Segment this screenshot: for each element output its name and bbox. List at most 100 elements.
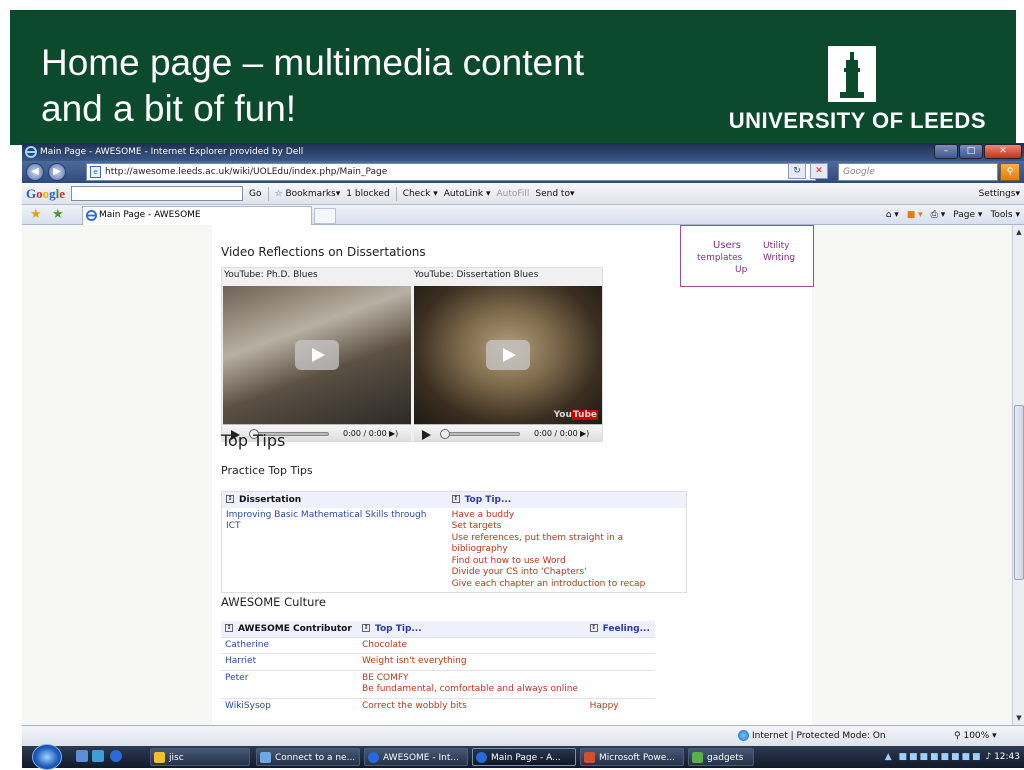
clock[interactable]: 12:43 bbox=[994, 752, 1020, 762]
scroll-up-icon[interactable]: ▲ bbox=[1014, 227, 1024, 237]
table-cell-link[interactable]: Improving Basic Mathematical Skills thro… bbox=[222, 508, 448, 593]
forward-button[interactable]: ▶ bbox=[48, 163, 66, 181]
system-tray: ▲ ■■■■■■■■ ♪ 12:43 bbox=[885, 746, 1020, 768]
play-overlay-icon[interactable] bbox=[486, 340, 530, 370]
volume-icon[interactable]: ▶) bbox=[580, 425, 589, 443]
video-dissertation-blues[interactable]: YouTube bbox=[414, 286, 602, 424]
network-icon bbox=[260, 752, 271, 763]
play-icon[interactable] bbox=[422, 430, 431, 440]
add-favorites-icon[interactable]: ★ bbox=[52, 207, 64, 222]
tip-link[interactable]: Correct the wobbly bits bbox=[358, 697, 586, 714]
vertical-scrollbar[interactable]: ▲ ▼ bbox=[1012, 225, 1024, 725]
play-overlay-icon[interactable] bbox=[295, 340, 339, 370]
search-input[interactable]: Google bbox=[838, 163, 998, 181]
search-icon[interactable]: ⚲ bbox=[1000, 163, 1020, 181]
refresh-icon[interactable]: ↻ bbox=[788, 163, 806, 179]
sendto-button[interactable]: Send to▾ bbox=[535, 183, 574, 205]
powerpoint-icon bbox=[584, 752, 595, 763]
taskbar-item-gadgets[interactable]: gadgets bbox=[688, 748, 754, 766]
tip-link[interactable]: Chocolate bbox=[358, 636, 586, 654]
video-caption: YouTube: Dissertation Blues bbox=[414, 270, 539, 280]
start-button[interactable] bbox=[32, 744, 62, 770]
portal-link-writing[interactable]: Writing bbox=[763, 253, 795, 264]
tip-link[interactable]: Find out how to use Word bbox=[452, 556, 682, 568]
youtube-logo-icon: YouTube bbox=[553, 410, 598, 420]
taskbar-item-main-page[interactable]: Main Page - A... bbox=[472, 748, 576, 766]
table-header-row: ↕ AWESOME Contributor ↕ Top Tip... ↕ Feelin… bbox=[221, 621, 655, 637]
switch-windows-icon[interactable] bbox=[92, 750, 104, 762]
zoom-icon: ⚲ bbox=[954, 731, 961, 741]
sort-icon[interactable]: ↕ bbox=[451, 495, 460, 504]
volume-icon[interactable]: ▶) bbox=[389, 425, 398, 443]
tip-link[interactable]: Have a buddy bbox=[452, 510, 682, 522]
table-header[interactable]: ↕ Feeling... bbox=[585, 621, 655, 637]
portal-link-templates[interactable]: templates bbox=[697, 253, 742, 264]
google-search-input[interactable] bbox=[71, 186, 244, 201]
spellcheck-button[interactable]: Check ▾ bbox=[403, 183, 438, 205]
print-icon[interactable]: ⎙ ▾ bbox=[931, 205, 946, 225]
seek-handle[interactable] bbox=[440, 429, 450, 439]
table-header[interactable]: ↕ Top Tip... bbox=[358, 621, 586, 637]
taskbar-item-connect[interactable]: Connect to a ne... bbox=[256, 748, 360, 766]
contributor-link[interactable]: Catherine bbox=[221, 636, 359, 654]
minimize-button[interactable]: – bbox=[934, 144, 958, 159]
tip-link[interactable]: Give each chapter an introduction to rec… bbox=[452, 579, 682, 591]
stop-icon[interactable]: ✕ bbox=[810, 163, 828, 179]
scroll-thumb[interactable] bbox=[1014, 405, 1024, 580]
favorites-star-icon[interactable]: ★ bbox=[30, 207, 42, 222]
seek-slider[interactable] bbox=[440, 429, 520, 439]
scroll-down-icon[interactable]: ▼ bbox=[1014, 713, 1024, 723]
contributor-link[interactable]: Harriet bbox=[221, 653, 359, 670]
maximize-button[interactable]: □ bbox=[959, 144, 983, 159]
video-phd-blues[interactable] bbox=[223, 286, 411, 424]
close-button[interactable]: ✕ bbox=[984, 144, 1022, 159]
url-input[interactable]: e http://awesome.leeds.ac.uk/wiki/UOLEdu… bbox=[86, 163, 816, 181]
autofill-button[interactable]: AutoFill bbox=[496, 183, 529, 205]
url-tools: ↻ ✕ bbox=[788, 163, 828, 179]
portal-link-utility[interactable]: Utility bbox=[763, 241, 789, 252]
tray-icons[interactable]: ▲ ■■■■■■■■ bbox=[885, 752, 983, 762]
contributor-link[interactable]: Peter bbox=[221, 669, 359, 698]
zoom-control[interactable]: ⚲ 100% ▾ bbox=[954, 726, 997, 746]
google-go-button[interactable]: Go bbox=[249, 183, 261, 205]
tip-link[interactable]: Weight isn't everything bbox=[358, 653, 586, 670]
volume-icon[interactable]: ♪ bbox=[985, 752, 991, 762]
popup-blocked-button[interactable]: 1 blocked bbox=[346, 183, 389, 205]
back-button[interactable]: ◀ bbox=[26, 163, 44, 181]
header-label: Top Tip... bbox=[375, 623, 422, 634]
new-tab-button[interactable] bbox=[314, 208, 336, 224]
page-menu[interactable]: Page ▾ bbox=[953, 205, 982, 225]
tip-link[interactable]: Divide your CS into 'Chapters' bbox=[452, 567, 682, 579]
table-header[interactable]: ↕ AWESOME Contributor bbox=[221, 621, 359, 637]
sort-icon[interactable]: ↕ bbox=[589, 624, 598, 633]
contributor-link[interactable]: WikiSysop bbox=[221, 697, 359, 714]
sort-icon[interactable]: ↕ bbox=[362, 624, 371, 633]
taskbar-item-powerpoint[interactable]: Microsoft Powe... bbox=[580, 748, 684, 766]
tip-link[interactable]: Be fundamental, comfortable and always o… bbox=[362, 684, 582, 696]
tip-link[interactable]: BE COMFY bbox=[362, 673, 582, 685]
window-controls: – □ ✕ bbox=[934, 144, 1022, 159]
taskbar-item-label: Microsoft Powe... bbox=[599, 753, 675, 763]
table-header[interactable]: ↕ Top Tip... bbox=[447, 491, 687, 508]
portal-link-up[interactable]: Up bbox=[735, 265, 747, 276]
show-desktop-icon[interactable] bbox=[76, 750, 88, 762]
browser-window: Main Page - AWESOME - Internet Explorer … bbox=[22, 143, 1024, 746]
home-icon[interactable]: ⌂ ▾ bbox=[886, 205, 899, 225]
bookmarks-button[interactable]: ☆ Bookmarks▾ bbox=[275, 183, 341, 205]
taskbar-item-awesome[interactable]: AWESOME - Int... bbox=[364, 748, 468, 766]
sort-icon[interactable]: ↕ bbox=[225, 624, 233, 633]
portal-link-users[interactable]: Users bbox=[713, 240, 741, 251]
tab-main-page[interactable]: Main Page - AWESOME bbox=[82, 206, 312, 225]
tip-link[interactable]: Use references, put them straight in a b… bbox=[452, 533, 682, 556]
command-bar: ⌂ ▾ ■ ▾ ⎙ ▾ Page ▾ Tools ▾ bbox=[886, 205, 1020, 225]
table-header[interactable]: ↕ Dissertation bbox=[221, 491, 448, 508]
taskbar-item-jisc[interactable]: jisc bbox=[150, 748, 250, 766]
sort-icon[interactable]: ↕ bbox=[226, 495, 234, 504]
tools-menu[interactable]: Tools ▾ bbox=[990, 205, 1020, 225]
feeds-icon[interactable]: ■ ▾ bbox=[907, 205, 923, 225]
tip-link[interactable]: Set targets bbox=[452, 521, 682, 533]
ie-quicklaunch-icon[interactable] bbox=[110, 750, 122, 762]
security-zone[interactable]: Internet | Protected Mode: On bbox=[738, 726, 886, 746]
autolink-button[interactable]: AutoLink ▾ bbox=[444, 183, 491, 205]
google-settings-button[interactable]: Settings▾ bbox=[979, 183, 1020, 205]
